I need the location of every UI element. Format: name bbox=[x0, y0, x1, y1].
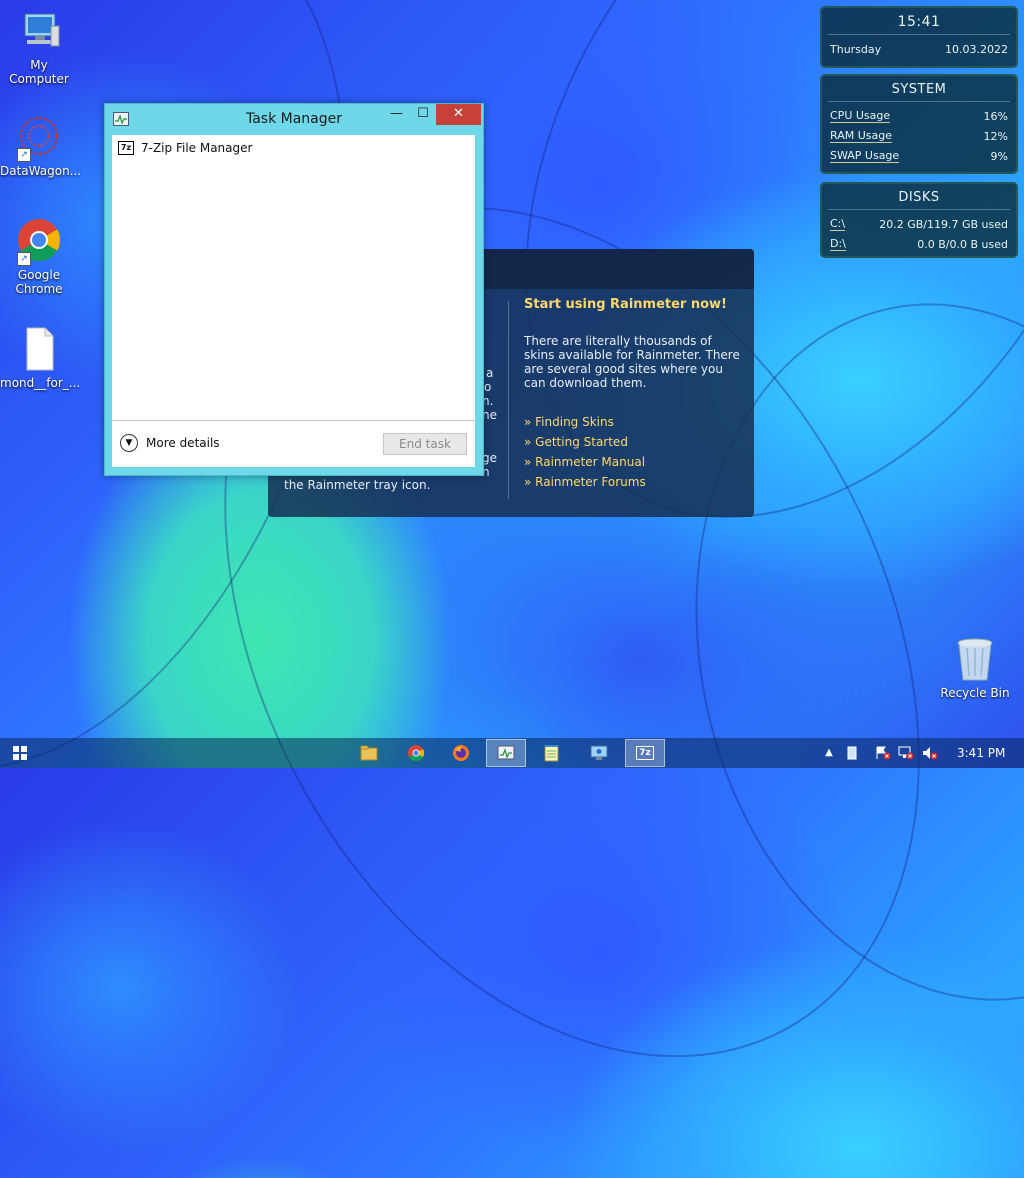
welcome-body: There are literally thousands of skins a… bbox=[524, 334, 740, 390]
link-finding-skins[interactable]: » Finding Skins bbox=[524, 412, 744, 432]
system-widget-title: SYSTEM bbox=[891, 82, 947, 97]
disk-row-label: C:\ bbox=[830, 217, 846, 231]
folder-icon bbox=[360, 745, 378, 761]
welcome-left-fragment: ne bbox=[482, 408, 497, 422]
clock-day: Thursday bbox=[830, 42, 882, 56]
chevron-down-icon: ▼ bbox=[120, 434, 138, 452]
taskbar-file-explorer[interactable] bbox=[349, 739, 389, 767]
desktop-icon-google-chrome[interactable]: ↗ Google Chrome bbox=[0, 218, 78, 296]
footer-divider bbox=[112, 420, 475, 421]
7zip-icon: 7z bbox=[118, 141, 134, 155]
desktop-icon-datawagon[interactable]: ↗ DataWagon... bbox=[0, 114, 82, 178]
welcome-left-fragment: a bbox=[486, 366, 494, 380]
close-button[interactable]: ✕ bbox=[436, 104, 481, 125]
tray-network-icon[interactable] bbox=[898, 746, 914, 760]
desktop-icon-label: Recycle Bin bbox=[940, 686, 1010, 700]
taskbar-clock[interactable]: 3:41 PM bbox=[957, 746, 1005, 760]
link-getting-started[interactable]: » Getting Started bbox=[524, 432, 744, 452]
disk-row-c: C:\ 20.2 GB/119.7 GB used bbox=[822, 214, 1016, 234]
tray-flag-error-icon[interactable] bbox=[875, 746, 891, 760]
welcome-heading: Start using Rainmeter now! bbox=[524, 297, 727, 312]
taskbar: 7z ▲ 3:41 PM bbox=[0, 738, 1024, 768]
disks-widget: DISKS C:\ 20.2 GB/119.7 GB used D:\ 0.0 … bbox=[820, 182, 1018, 258]
system-widget: SYSTEM CPU Usage 16% RAM Usage 12% SWAP … bbox=[820, 74, 1018, 174]
link-rainmeter-manual[interactable]: » Rainmeter Manual bbox=[524, 452, 744, 472]
shortcut-arrow-icon: ↗ bbox=[17, 252, 31, 266]
welcome-right-column: Start using Rainmeter now! There are lit… bbox=[524, 297, 744, 492]
desktop-icon-label: My Computer bbox=[9, 58, 69, 86]
tray-device-icon[interactable] bbox=[845, 746, 859, 760]
taskbar-chrome[interactable] bbox=[396, 739, 436, 767]
system-row-label: CPU Usage bbox=[830, 109, 891, 123]
more-details-toggle[interactable]: ▼ More details bbox=[120, 434, 220, 452]
taskbar-task-manager[interactable] bbox=[486, 739, 526, 767]
process-row[interactable]: 7z 7-Zip File Manager bbox=[118, 141, 252, 155]
desktop-icon-recycle-bin[interactable]: Recycle Bin bbox=[936, 636, 1014, 700]
disk-row-label: D:\ bbox=[830, 237, 846, 251]
chrome-icon: ↗ bbox=[15, 218, 63, 266]
windows-logo-icon bbox=[13, 746, 27, 760]
chrome-icon bbox=[408, 745, 425, 762]
clock-widget: 15:41 Thursday 10.03.2022 bbox=[820, 6, 1018, 68]
system-row-label: SWAP Usage bbox=[830, 149, 900, 163]
start-button[interactable] bbox=[0, 739, 40, 767]
system-row-cpu: CPU Usage 16% bbox=[822, 106, 1016, 126]
minimize-button[interactable]: — bbox=[383, 104, 410, 125]
welcome-left-fragment: ge bbox=[482, 451, 497, 465]
chevron-up-icon[interactable]: ▲ bbox=[822, 746, 836, 760]
task-manager-client: 7z 7-Zip File Manager ▼ More details End… bbox=[112, 135, 475, 467]
system-row-label: RAM Usage bbox=[830, 129, 892, 143]
disk-row-value: 20.2 GB/119.7 GB used bbox=[879, 217, 1008, 231]
system-row-value: 12% bbox=[983, 129, 1008, 143]
desktop-icon-my-computer[interactable]: My Computer bbox=[0, 8, 78, 86]
end-task-button[interactable]: End task bbox=[383, 433, 467, 455]
taskbar-firefox[interactable] bbox=[441, 739, 481, 767]
desktop-icon-label: DataWagon... bbox=[0, 164, 82, 178]
taskbar-notepad[interactable] bbox=[532, 739, 572, 767]
task-manager-icon bbox=[497, 745, 515, 760]
tray-volume-muted-icon[interactable] bbox=[922, 746, 938, 760]
welcome-divider bbox=[508, 301, 509, 499]
remote-desktop-icon bbox=[590, 745, 608, 760]
maximize-button[interactable]: ☐ bbox=[410, 104, 436, 125]
shortcut-arrow-icon: ↗ bbox=[17, 148, 31, 162]
disk-row-d: D:\ 0.0 B/0.0 B used bbox=[822, 234, 1016, 254]
system-row-value: 9% bbox=[990, 149, 1008, 163]
title-bar[interactable]: Task Manager — ☐ ✕ bbox=[105, 104, 483, 134]
firefox-icon bbox=[453, 745, 469, 761]
document-icon bbox=[15, 326, 63, 374]
taskbar-remote-desktop[interactable] bbox=[579, 739, 619, 767]
clock-date: 10.03.2022 bbox=[945, 42, 1008, 56]
disks-widget-title: DISKS bbox=[898, 190, 940, 205]
desktop-icon-label: Google Chrome bbox=[15, 268, 63, 296]
computer-icon bbox=[15, 8, 63, 56]
welcome-left-fragment: the Rainmeter tray icon. bbox=[284, 478, 431, 492]
welcome-left-fragment: o bbox=[484, 380, 492, 394]
notepad-icon bbox=[544, 745, 559, 762]
more-details-label: More details bbox=[146, 436, 220, 450]
recycle-bin-icon bbox=[951, 636, 999, 684]
desktop-icon-label: mond__for_... bbox=[0, 376, 81, 390]
link-rainmeter-forums[interactable]: » Rainmeter Forums bbox=[524, 472, 744, 492]
system-row-swap: SWAP Usage 9% bbox=[822, 146, 1016, 166]
system-row-ram: RAM Usage 12% bbox=[822, 126, 1016, 146]
clock-time: 15:41 bbox=[897, 14, 941, 30]
datawagon-icon: ↗ bbox=[15, 114, 63, 162]
task-manager-window[interactable]: Task Manager — ☐ ✕ 7z 7-Zip File Manager… bbox=[104, 103, 484, 476]
taskbar-7zip[interactable]: 7z bbox=[625, 739, 665, 767]
desktop-icon-file[interactable]: mond__for_... bbox=[0, 326, 81, 390]
system-row-value: 16% bbox=[983, 109, 1008, 123]
process-name: 7-Zip File Manager bbox=[141, 141, 253, 155]
disk-row-value: 0.0 B/0.0 B used bbox=[917, 237, 1008, 251]
7zip-icon: 7z bbox=[636, 746, 654, 760]
